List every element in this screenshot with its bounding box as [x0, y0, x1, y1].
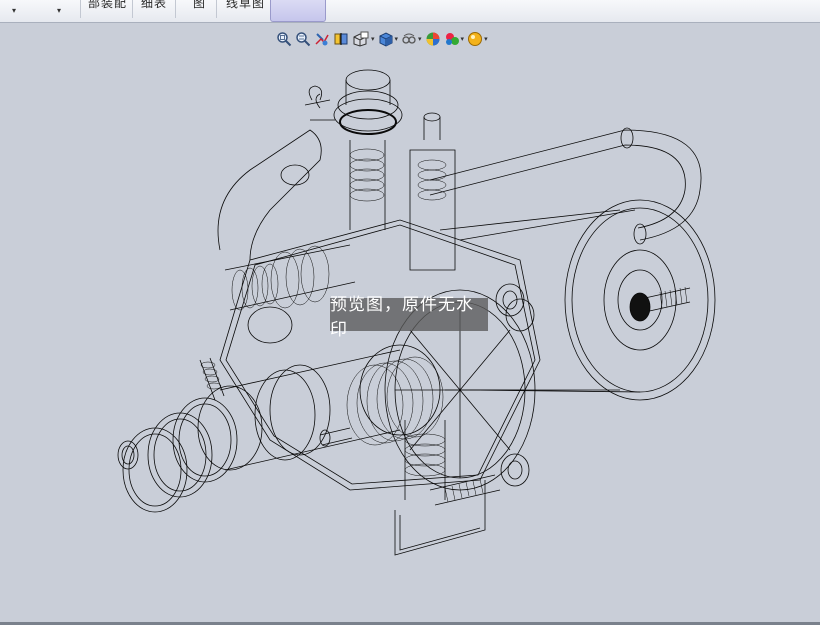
dropdown-caret[interactable]: ▾	[418, 35, 422, 43]
ribbon-separator	[80, 0, 81, 18]
heads-up-view-toolbar: ▾ ▾ ▾ ▾ ▾	[276, 30, 488, 48]
zoom-to-area-icon[interactable]	[295, 31, 311, 47]
dropdown-caret[interactable]: ▾	[484, 35, 488, 43]
apply-scene-icon[interactable]: ▾	[444, 31, 465, 47]
tab-assembly[interactable]: 部装配	[88, 0, 127, 11]
preview-watermark: 预览图，原件无水印	[330, 295, 488, 340]
previous-view-icon[interactable]	[314, 31, 330, 47]
ribbon-separator	[175, 0, 176, 18]
view-orientation-icon[interactable]: ▾	[352, 31, 375, 47]
command-ribbon: ▾ ▾ 部装配 细表 图 线草图	[0, 0, 820, 23]
section-view-icon[interactable]	[333, 31, 349, 47]
display-style-icon[interactable]: ▾	[378, 31, 399, 47]
dropdown-caret[interactable]: ▾	[461, 35, 465, 43]
ribbon-separator	[132, 0, 133, 18]
edit-appearance-icon[interactable]	[425, 31, 441, 47]
tab-sketch[interactable]: 线草图	[226, 0, 265, 11]
tab-active[interactable]	[270, 0, 326, 22]
view-settings-icon[interactable]: ▾	[467, 31, 488, 47]
ribbon-dropdown-1[interactable]: ▾	[12, 6, 16, 15]
tab-drawing[interactable]: 图	[193, 0, 206, 11]
zoom-to-fit-icon[interactable]	[276, 31, 292, 47]
dropdown-caret[interactable]: ▾	[395, 35, 399, 43]
ribbon-separator	[216, 0, 217, 18]
dropdown-caret[interactable]: ▾	[371, 35, 375, 43]
tab-detail-table[interactable]: 细表	[141, 0, 167, 11]
ribbon-dropdown-2[interactable]: ▾	[57, 6, 61, 15]
hide-show-items-icon[interactable]: ▾	[401, 31, 422, 47]
